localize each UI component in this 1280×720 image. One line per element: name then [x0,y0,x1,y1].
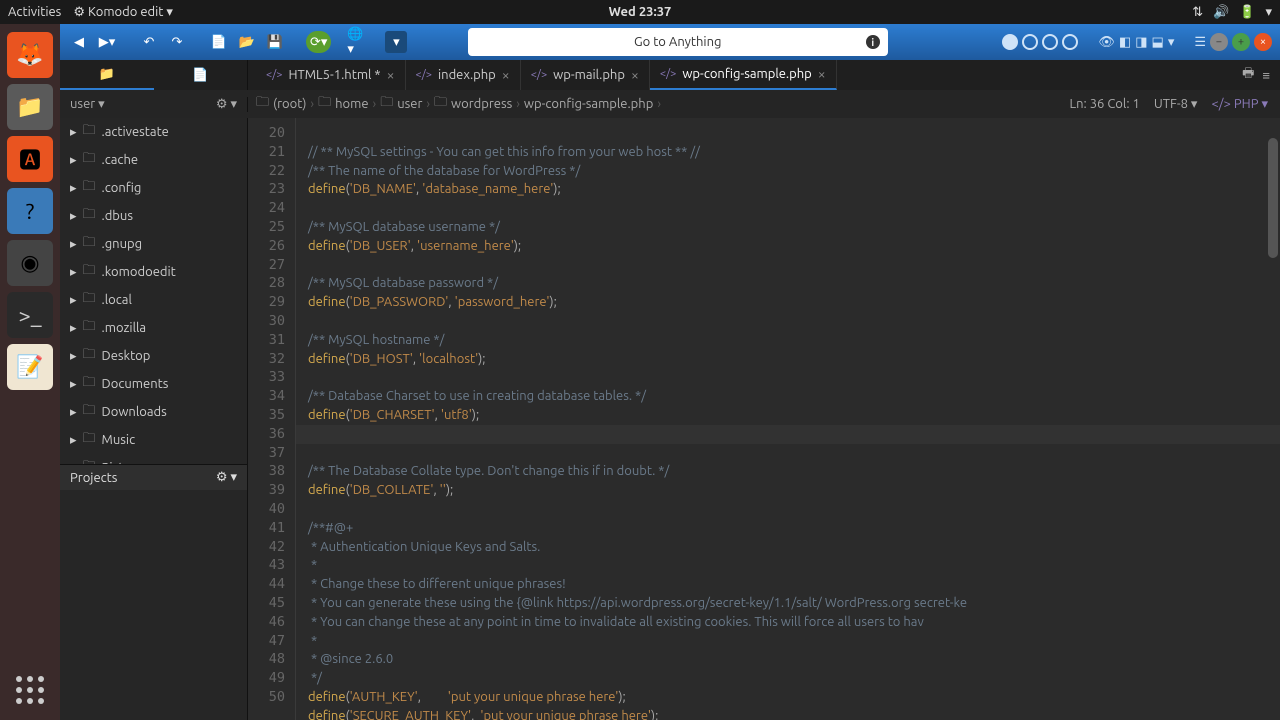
chevron-down-icon[interactable]: ▾ [1265,5,1272,20]
file-tab[interactable]: </>wp-config-sample.php× [650,60,837,90]
network-icon[interactable]: ⇅ [1192,5,1203,20]
app-menu[interactable]: ⚙ Komodo edit ▾ [73,5,173,20]
maximize-button[interactable]: + [1232,33,1250,51]
main-toolbar: ◀ ▶▾ ↶ ↷ 📄 📂 💾 ⟳▾ 🌐▾ ▾ Go to Anything i … [60,24,1280,60]
language-selector[interactable]: </> PHP ▾ [1211,97,1268,112]
eye-icon[interactable]: 👁 [1098,35,1115,50]
places-tab[interactable]: 📁 [60,60,154,90]
close-tab-icon[interactable]: × [818,66,826,82]
loop-icon[interactable] [1062,34,1078,50]
folder-item[interactable]: ▸🗀Documents [60,370,247,398]
breadcrumb-item[interactable]: 🗀 wordpress [434,93,512,115]
folder-item[interactable]: ▸🗀.mozilla [60,314,247,342]
terminal-icon[interactable]: >_ [7,292,53,338]
close-tab-icon[interactable]: × [631,67,639,83]
gear-icon[interactable]: ⚙ ▾ [216,97,237,112]
panel-right-icon[interactable]: ◨ [1135,35,1147,50]
battery-icon[interactable]: 🔋 [1239,5,1255,20]
file-tab[interactable]: </>wp-mail.php× [521,60,650,90]
nav-back-button[interactable]: ◀ [68,31,90,53]
komodo-window: ◀ ▶▾ ↶ ↷ 📄 📂 💾 ⟳▾ 🌐▾ ▾ Go to Anything i … [60,24,1280,720]
close-button[interactable]: × [1254,33,1272,51]
dropdown-button[interactable]: ▾ [385,31,407,53]
folder-item[interactable]: ▸🗀Music [60,426,247,454]
software-icon[interactable]: 🅰 [7,136,53,182]
folder-item[interactable]: ▸🗀.gnupg [60,230,247,258]
save-button[interactable]: 💾 [264,31,286,53]
pathbar: user ▾ ⚙ ▾ 🗀 (root)›🗀 home›🗀 user›🗀 word… [60,90,1280,118]
gear-icon[interactable]: ⚙ ▾ [216,470,237,485]
sidebar-root-label[interactable]: user ▾ [70,97,105,112]
redo-button[interactable]: ↷ [166,31,188,53]
breadcrumb-item[interactable]: 🗀 user [380,93,422,115]
open-file-button[interactable]: 📂 [236,31,258,53]
apps-grid-icon[interactable] [16,676,44,704]
help-icon[interactable]: ? [7,188,53,234]
info-icon: i [866,35,880,49]
editor-scrollbar[interactable] [1268,118,1278,720]
breadcrumb-item[interactable]: wp-config-sample.php [524,97,653,111]
undo-button[interactable]: ↶ [138,31,160,53]
folder-item[interactable]: ▸🗀.dbus [60,202,247,230]
system-topbar: Activities ⚙ Komodo edit ▾ Wed 23:37 ⇅ 🔊… [0,0,1280,24]
encoding-selector[interactable]: UTF-8 ▾ [1154,97,1198,112]
play-icon[interactable] [1042,34,1058,50]
gedit-icon[interactable]: 📝 [7,344,53,390]
activities-button[interactable]: Activities [8,5,61,19]
panel-left-icon[interactable]: ◧ [1119,35,1131,50]
file-sidebar: ▸🗀.activestate▸🗀.cache▸🗀.config▸🗀.dbus▸🗀… [60,118,248,720]
code-editor[interactable]: 20 21 22 23 24 25 26 27 28 29 30 31 32 3… [248,118,1280,720]
folder-item[interactable]: ▸🗀.komodoedit [60,258,247,286]
dom-tab[interactable]: 📄 [154,60,248,90]
folder-item[interactable]: ▸🗀.cache [60,146,247,174]
panel-bottom-icon[interactable]: ⬓ [1152,35,1164,50]
stop-icon[interactable] [1022,34,1038,50]
firefox-icon[interactable]: 🦊 [7,32,53,78]
projects-header[interactable]: Projects ⚙ ▾ [60,464,247,490]
tabs-row: 📁 📄 </>HTML5-1.html *×</>index.php×</>wp… [60,60,1280,90]
file-tab[interactable]: </>HTML5-1.html *× [256,60,406,90]
folder-item[interactable]: ▸🗀.activestate [60,118,247,146]
cursor-position: Ln: 36 Col: 1 [1070,97,1140,111]
folder-item[interactable]: ▸🗀Downloads [60,398,247,426]
close-tab-icon[interactable]: × [502,67,510,83]
goto-anything-input[interactable]: Go to Anything i [468,28,888,56]
volume-icon[interactable]: 🔊 [1213,5,1229,20]
record-macro-button[interactable]: ⟳▾ [306,31,331,53]
browser-preview-button[interactable]: 🌐▾ [347,31,369,53]
close-tab-icon[interactable]: × [387,67,395,83]
record-icon[interactable] [1002,34,1018,50]
menu-icon[interactable]: ☰ [1194,35,1206,50]
folder-item[interactable]: ▸🗀Pictures [60,454,247,464]
folder-item[interactable]: ▸🗀.config [60,174,247,202]
files-icon[interactable]: 📁 [7,84,53,130]
new-file-button[interactable]: 📄 [208,31,230,53]
print-icon[interactable]: 🖶 [1242,64,1254,86]
komodo-icon[interactable]: ◉ [7,240,53,286]
folder-item[interactable]: ▸🗀Desktop [60,342,247,370]
unity-launcher: 🦊 📁 🅰 ? ◉ >_ 📝 [0,24,60,720]
minimize-button[interactable]: − [1210,33,1228,51]
file-tab[interactable]: </>index.php× [406,60,521,90]
folder-item[interactable]: ▸🗀.local [60,286,247,314]
clock[interactable]: Wed 23:37 [609,5,672,19]
breadcrumb-item[interactable]: 🗀 home [318,93,368,115]
list-icon[interactable]: ≡ [1262,68,1270,83]
breadcrumb-item[interactable]: 🗀 (root) [256,93,306,115]
nav-forward-button[interactable]: ▶▾ [96,31,118,53]
